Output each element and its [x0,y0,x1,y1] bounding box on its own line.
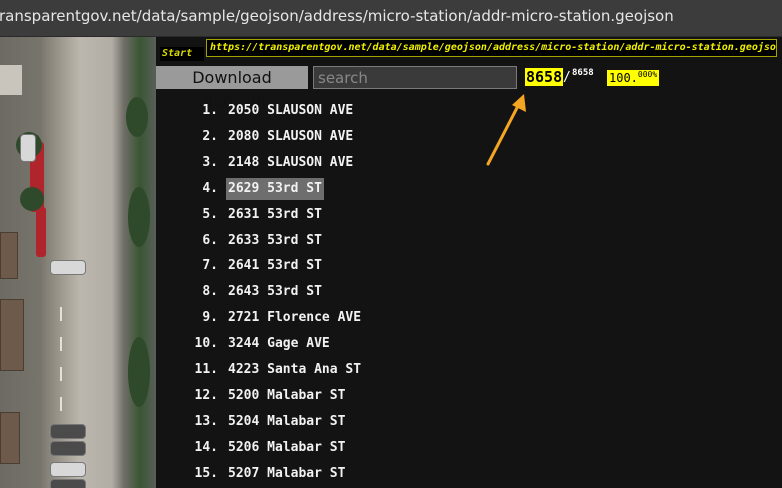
address-bar[interactable]: ransparentgov.net/data/sample/geojson/ad… [0,0,782,37]
map-house [0,299,24,371]
map-car [50,479,86,488]
list-item[interactable]: 5. 2631 53rd ST [156,204,324,226]
start-tab[interactable]: Start [160,47,204,61]
map-car [50,424,86,439]
map-rooftop [0,65,22,95]
list-item[interactable]: 8. 2643 53rd ST [156,281,324,303]
list-item-number: 13. [194,413,218,429]
percent-badge: 100.000% [607,70,660,86]
map-tree [128,187,150,247]
list-item-number: 1. [202,103,218,118]
total-count: 8658 [572,68,594,78]
map-car [20,134,36,162]
count-separator: / [563,70,571,85]
list-item-number: 8. [202,284,218,300]
list-item[interactable]: 10. 3244 Gage AVE [156,333,332,355]
list-item-address[interactable]: 2629 53rd ST [226,177,324,200]
list-item-number: 11. [194,362,218,377]
list-item-address[interactable]: 5204 Malabar ST [226,411,347,433]
list-item-address[interactable]: 2631 53rd ST [226,204,324,226]
list-item[interactable]: 9. 2721 Florence AVE [156,307,363,329]
source-link[interactable]: https://transparentgov.net/data/sample/g… [206,39,777,57]
map-tree [128,337,150,407]
url-text[interactable]: ransparentgov.net/data/sample/geojson/ad… [0,7,674,25]
map-road-stripe [60,397,62,411]
list-item-number: 2. [202,128,218,144]
percent-main: 100. [609,71,638,85]
list-item[interactable]: 3. 2148 SLAUSON AVE [156,152,355,174]
map-red-foliage [36,207,46,257]
list-item[interactable]: 15. 5207 Malabar ST [156,463,347,485]
list-item-number: 7. [202,258,218,274]
map-tree [126,97,148,137]
list-item-address[interactable]: 3244 Gage AVE [226,333,332,355]
map-car [50,441,86,456]
list-item-number: 12. [194,387,218,403]
list-item-address[interactable]: 2050 SLAUSON AVE [226,100,355,122]
list-item[interactable]: 4. 2629 53rd ST [156,177,324,200]
list-item-number: 10. [194,336,218,352]
list-item-address[interactable]: 2643 53rd ST [226,281,324,303]
list-item-number: 3. [202,154,218,170]
download-geojson-button[interactable]: Download .geojson [156,66,308,110]
shown-count: 8658 [525,68,564,86]
list-item-number: 9. [202,310,218,326]
list-item-address[interactable]: 4223 Santa Ana ST [226,359,363,381]
list-item-address[interactable]: 2721 Florence AVE [226,307,363,329]
map-car [50,260,86,275]
satellite-map[interactable] [0,37,156,488]
search-input[interactable] [313,66,517,89]
list-item-number: 6. [202,232,218,248]
list-item-number: 14. [194,439,218,455]
list-item-address[interactable]: 5206 Malabar ST [226,437,347,459]
list-item[interactable]: 11. 4223 Santa Ana ST [156,359,363,381]
map-car [50,462,86,477]
map-road-stripe [60,337,62,351]
map-road-stripe [60,307,62,321]
list-item-number: 4. [202,180,218,196]
map-tree [20,187,44,211]
list-item[interactable]: 7. 2641 53rd ST [156,255,324,277]
list-item[interactable]: 13. 5204 Malabar ST [156,411,347,433]
list-item-address[interactable]: 2633 53rd ST [226,230,324,252]
map-road-stripe [60,367,62,381]
map-house [0,232,18,279]
list-item-number: 5. [202,206,218,222]
list-item[interactable]: 1. 2050 SLAUSON AVE [156,100,355,122]
list-item-address[interactable]: 5207 Malabar ST [226,463,347,485]
list-item-address[interactable]: 2080 SLAUSON AVE [226,126,355,148]
list-item[interactable]: 6. 2633 53rd ST [156,230,324,252]
list-item-address[interactable]: 5200 Malabar ST [226,385,347,407]
arrow-annotation-icon [486,94,526,166]
percent-fraction: 000% [637,70,658,79]
list-item[interactable]: 2. 2080 SLAUSON AVE [156,126,355,148]
list-item-number: 15. [194,465,218,481]
map-house [0,412,20,464]
list-item[interactable]: 12. 5200 Malabar ST [156,385,347,407]
list-item-address[interactable]: 2148 SLAUSON AVE [226,152,355,174]
list-item-address[interactable]: 2641 53rd ST [226,255,324,277]
list-item[interactable]: 14. 5206 Malabar ST [156,437,347,459]
